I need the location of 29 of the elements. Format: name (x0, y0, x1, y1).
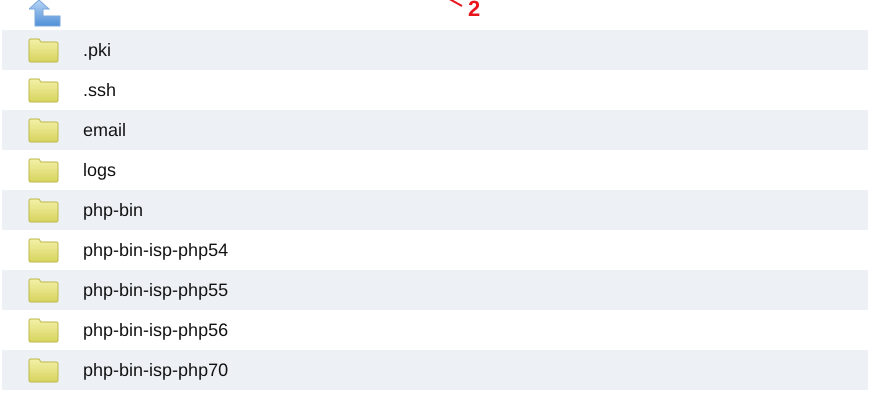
folder-icon (28, 118, 59, 142)
folder-name: .pki (83, 38, 112, 62)
annotation-number: 2 (468, 0, 480, 20)
folder-icon (28, 78, 59, 102)
folder-row[interactable]: php-bin-isp-php56 (2, 310, 868, 350)
folder-icon (28, 358, 59, 382)
folder-name: email (83, 118, 126, 142)
folder-row[interactable]: .pki (2, 30, 868, 70)
folder-name: php-bin-isp-php54 (83, 238, 228, 262)
folder-icon (28, 318, 59, 342)
folder-row[interactable]: logs (2, 150, 868, 190)
folder-icon (28, 238, 59, 262)
folder-row[interactable]: email (2, 110, 868, 150)
folder-name: php-bin-isp-php70 (83, 358, 228, 382)
folder-icon (28, 158, 59, 182)
folder-name: .ssh (83, 78, 116, 102)
folder-icon (28, 278, 59, 302)
folder-row[interactable]: .ssh (2, 70, 868, 110)
folder-icon (28, 198, 59, 222)
folder-name: php-bin-isp-php55 (83, 278, 228, 302)
folder-row[interactable]: php-bin-isp-php54 (2, 230, 868, 270)
folder-row[interactable]: php-bin (2, 190, 868, 230)
folder-row[interactable]: php-bin-isp-php55 (2, 270, 868, 310)
folder-row[interactable]: php-bin-isp-php70 (2, 350, 868, 390)
folder-icon (28, 38, 59, 62)
folder-name: php-bin (83, 198, 144, 222)
folder-name: php-bin-isp-php56 (83, 318, 228, 342)
folder-name: logs (83, 158, 116, 182)
up-arrow-icon[interactable] (29, 0, 61, 27)
